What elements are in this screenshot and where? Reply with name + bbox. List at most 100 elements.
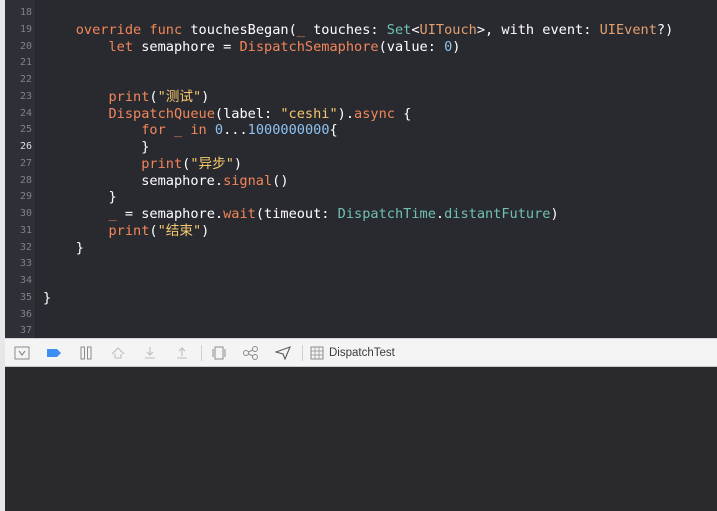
code-line[interactable]: 30 _ = semaphore.wait(timeout: DispatchT… [0,206,717,223]
code-line[interactable]: 23 print("测试") [0,89,717,106]
code-token: ) [550,206,559,222]
code-lines[interactable]: 18 19 override func touchesBegan(_ touche… [0,5,717,338]
step-over-icon[interactable] [107,343,129,363]
code-line[interactable]: 35} [0,290,717,307]
line-number: 22 [19,74,32,85]
code-line[interactable]: 22 [0,72,717,89]
code-token: ) [452,38,461,55]
source-editor[interactable]: 18 19 override func touchesBegan(_ touche… [0,0,717,338]
code-token: func [149,21,183,38]
code-line[interactable]: 18 [0,5,717,22]
code-text[interactable]: semaphore.signal() [43,173,288,190]
code-token: semaphore = [133,38,240,55]
code-token: "结束" [157,222,202,239]
line-number: 25 [19,124,32,136]
code-token: DispatchQueue [108,105,215,122]
code-token: touchesBegan( [182,21,297,38]
code-token: _ [296,21,305,38]
code-line[interactable]: 29 } [0,189,717,206]
code-line[interactable]: 21 [0,55,717,72]
breakpoints-toggle-icon[interactable] [43,343,65,363]
code-line[interactable]: 26 } [0,139,717,156]
toolbar-separator [201,344,202,361]
code-token: } [43,139,150,155]
step-into-icon[interactable] [139,343,161,363]
code-token: let [108,38,134,55]
line-number: 26 [19,141,32,152]
code-token: ) [233,155,243,172]
code-line[interactable]: 32 } [0,240,717,257]
code-token: < [411,21,420,38]
line-number: 20 [19,40,32,52]
code-line[interactable]: 28 semaphore.signal() [0,173,717,190]
code-text[interactable]: } [43,189,116,206]
code-text[interactable]: for _ in 0...1000000000{ [43,122,337,139]
step-out-icon[interactable] [171,343,193,363]
line-number: 31 [19,224,32,236]
code-line[interactable]: 34 [0,273,717,290]
line-number: 18 [19,7,32,18]
code-line[interactable]: 31 print("结束") [0,223,717,240]
code-token: _ [108,206,117,222]
code-token: UITouch [419,21,477,38]
code-token: async [354,105,395,122]
code-token: for [141,122,166,139]
code-token: "ceshi" [280,105,338,122]
line-number: 30 [19,208,32,219]
code-token: Set [386,21,412,38]
view-hierarchy-icon[interactable] [208,343,230,363]
code-token: in [190,122,207,139]
code-line[interactable]: 37 [0,323,717,338]
code-token: print [108,222,150,239]
line-number: 24 [19,107,32,119]
code-text[interactable]: } [43,290,51,307]
code-line[interactable]: 20 let semaphore = DispatchSemaphore(val… [0,39,717,56]
code-text[interactable]: } [43,240,84,257]
memory-graph-icon[interactable] [240,343,262,363]
code-line[interactable]: 33 [0,256,717,273]
code-token: distantFuture [444,206,551,222]
code-text[interactable]: } [43,139,149,156]
target-name[interactable]: DispatchTest [329,347,395,359]
code-text[interactable]: override func touchesBegan(_ touches: Se… [43,21,674,39]
hide-debug-area-icon[interactable] [11,343,33,363]
code-token: "异步" [190,155,234,172]
code-token: { [394,105,412,122]
line-number: 28 [19,174,32,186]
code-token: ( [149,222,158,239]
debug-console-area[interactable] [5,367,717,511]
code-line[interactable]: 27 print("异步") [0,156,717,173]
code-text[interactable]: let semaphore = DispatchSemaphore(value:… [43,39,460,56]
toolbar-separator [302,344,303,361]
code-line[interactable]: 24 DispatchQueue(label: "ceshi").async { [0,106,717,123]
code-token: print [141,155,183,172]
code-text[interactable]: print("结束") [43,223,209,240]
line-number: 21 [19,57,32,69]
code-line[interactable]: 36 [0,307,717,324]
code-text[interactable]: DispatchQueue(label: "ceshi").async { [43,106,411,123]
code-line[interactable]: 25 for _ in 0...1000000000{ [0,122,717,139]
code-token: wait [223,206,256,222]
line-number: 37 [19,325,32,337]
pause-icon[interactable] [75,343,97,363]
code-text[interactable]: _ = semaphore.wait(timeout: DispatchTime… [43,206,559,223]
target-grid-icon [309,343,325,363]
code-token: DispatchTime [337,206,436,222]
code-token: DispatchSemaphore [239,38,379,55]
code-text[interactable]: print("异步") [43,156,242,173]
code-line[interactable]: 19 override func touchesBegan(_ touches:… [0,22,717,39]
code-text[interactable]: print("测试") [43,89,209,106]
code-token: (label: [214,105,281,122]
code-token: ) [201,88,210,105]
simulate-location-icon[interactable] [272,343,294,363]
code-token: print [108,88,150,105]
code-token: UIEvent [599,21,657,38]
code-token: (timeout: [255,206,338,222]
